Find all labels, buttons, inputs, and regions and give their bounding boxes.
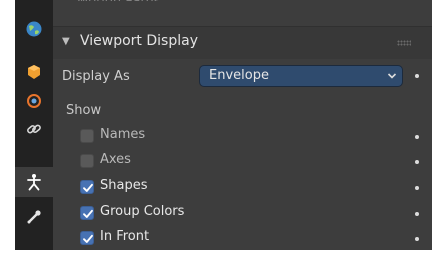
display-as-label: Display As <box>62 69 130 84</box>
names-label: Names <box>100 127 146 142</box>
tab-scene[interactable] <box>15 14 53 44</box>
armature-data-icon <box>27 174 41 191</box>
in-front-label: In Front <box>100 229 150 244</box>
shapes-label: Shapes <box>100 178 148 193</box>
properties-panel: Motion Paths ▼ Viewport Display Display … <box>53 0 432 250</box>
chevron-down-icon: ▼ <box>62 36 70 47</box>
properties-editor: Motion Paths ▼ Viewport Display Display … <box>0 0 432 255</box>
bone-icon <box>27 210 41 224</box>
keyframe-dot-icon[interactable] <box>415 212 419 216</box>
checkmark-icon <box>83 234 93 243</box>
keyframe-dot-icon[interactable] <box>415 74 419 78</box>
properties-tab-strip <box>15 0 53 250</box>
tab-constraints[interactable] <box>15 114 53 144</box>
keyframe-dot-icon[interactable] <box>415 160 419 164</box>
axes-label: Axes <box>100 152 131 167</box>
in-front-checkbox[interactable] <box>80 231 94 245</box>
section-title: Viewport Display <box>80 33 198 49</box>
checkbox-row-group-colors[interactable]: Group Colors <box>80 203 410 225</box>
checkmark-icon <box>83 183 93 192</box>
names-checkbox[interactable] <box>80 129 94 143</box>
drag-handle-icon[interactable] <box>397 40 411 46</box>
page-background <box>15 250 432 255</box>
physics-icon <box>27 94 41 108</box>
checkbox-row-axes[interactable]: Axes <box>80 151 410 173</box>
axes-checkbox[interactable] <box>80 154 94 168</box>
checkbox-row-in-front[interactable]: In Front <box>80 228 410 250</box>
shapes-checkbox[interactable] <box>80 180 94 194</box>
keyframe-dot-icon[interactable] <box>415 237 419 241</box>
show-label: Show <box>66 103 102 118</box>
checkmark-icon <box>83 209 93 218</box>
tab-bone[interactable] <box>15 202 53 232</box>
tab-armature-data[interactable] <box>15 167 53 197</box>
checkbox-row-shapes[interactable]: Shapes <box>80 177 410 199</box>
keyframe-dot-icon[interactable] <box>415 135 419 139</box>
display-as-value: Envelope <box>209 68 269 83</box>
tab-physics[interactable] <box>15 86 53 116</box>
object-cube-icon <box>28 65 40 79</box>
display-as-dropdown[interactable]: Envelope <box>199 65 403 87</box>
keyframe-dot-icon[interactable] <box>415 186 419 190</box>
previous-section-header[interactable]: Motion Paths <box>77 0 161 1</box>
chevron-down-icon <box>387 73 397 79</box>
group-colors-label: Group Colors <box>100 204 185 219</box>
scene-globe-icon <box>26 21 42 37</box>
group-colors-checkbox[interactable] <box>80 206 94 220</box>
viewport-display-header[interactable]: ▼ Viewport Display <box>53 26 432 59</box>
checkbox-row-names[interactable]: Names <box>80 126 410 148</box>
tab-object[interactable] <box>15 57 53 87</box>
constraint-link-icon <box>27 124 41 134</box>
